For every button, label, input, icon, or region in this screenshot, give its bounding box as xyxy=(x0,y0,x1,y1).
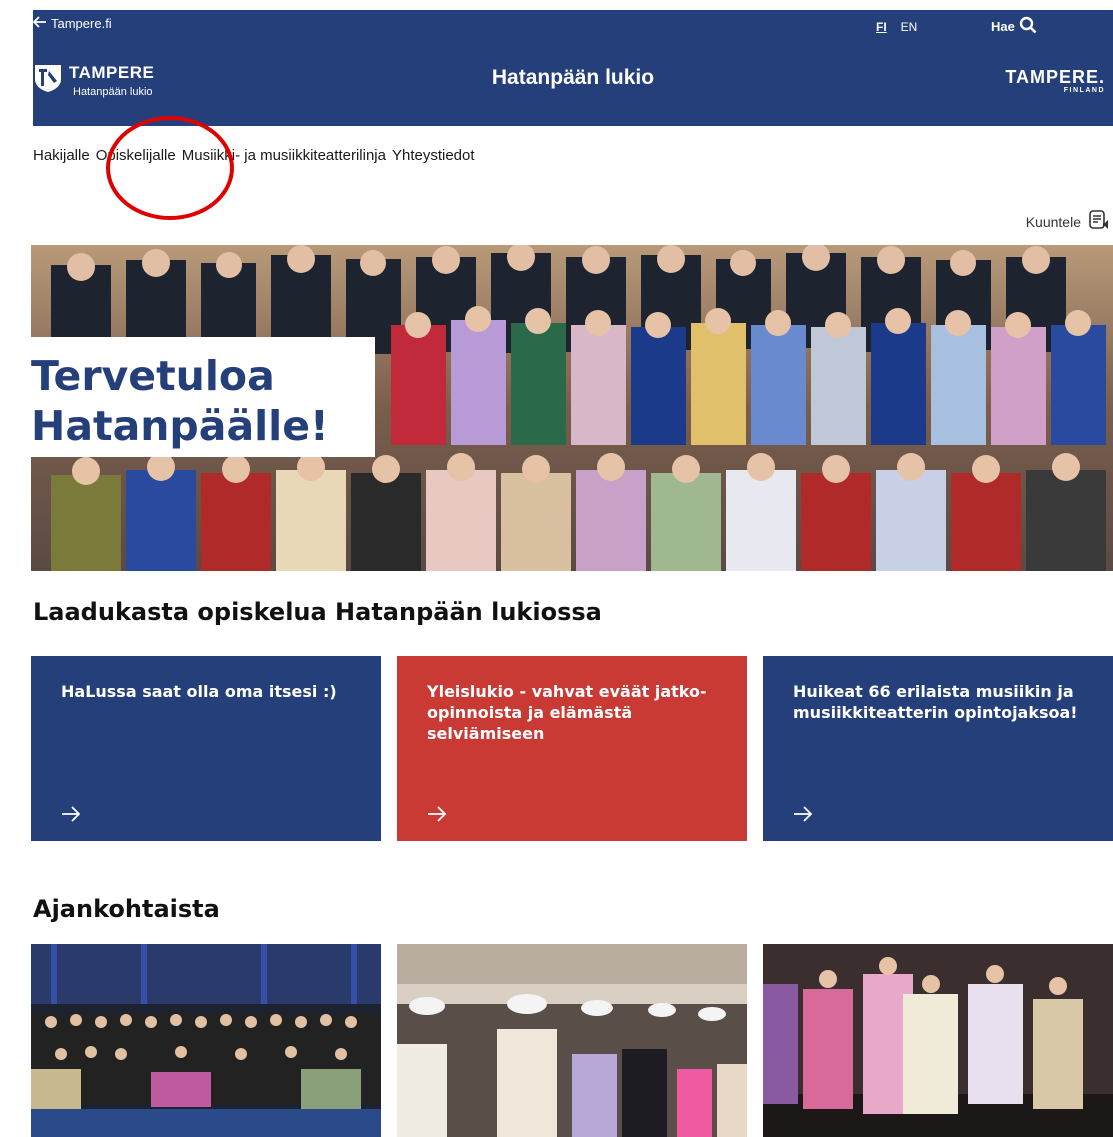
listen-button[interactable]: Kuuntele xyxy=(1026,210,1111,233)
magnifier-icon xyxy=(1019,16,1037,37)
site-title: Hatanpään lukio xyxy=(33,66,1113,90)
site-title-text[interactable]: Hatanpään lukio xyxy=(492,66,654,89)
arrow-left-icon xyxy=(32,16,47,31)
hero-title-box: Tervetuloa Hatanpäälle! xyxy=(31,337,375,458)
back-to-tampere-link[interactable]: Tampere.fi xyxy=(32,16,112,31)
brand-finland-text: FINLAND xyxy=(1063,87,1105,94)
hero-banner: Tervetuloa Hatanpäälle! xyxy=(31,245,1113,571)
tampere-finland-logo[interactable]: TAMPERE. FINLAND xyxy=(1005,68,1105,94)
card-musiikki[interactable]: Huikeat 66 erilaista musiikin ja musiikk… xyxy=(763,656,1113,841)
card-title: HaLussa saat olla oma itsesi :) xyxy=(61,682,337,701)
arrow-right-icon xyxy=(61,802,81,830)
nav-item-hakijalle[interactable]: Hakijalle xyxy=(33,147,90,164)
audio-document-icon xyxy=(1089,210,1111,233)
tampere-logo-link[interactable]: TAMPERE Hatanpään lukio xyxy=(33,63,154,98)
hero-title-line2: Hatanpäälle! xyxy=(31,401,375,452)
language-switcher: FI EN xyxy=(876,20,917,34)
news-image-choir xyxy=(31,944,381,1137)
site-header: Tampere.fi FI EN Hae TAMPERE Hatanpään l… xyxy=(32,10,1113,126)
news-section-heading: Ajankohtaista xyxy=(33,895,220,923)
back-link-label: Tampere.fi xyxy=(51,16,112,31)
news-image-graduates xyxy=(397,944,747,1137)
hero-title-line1: Tervetuloa xyxy=(31,352,275,400)
main-navigation: Hakijalle Opiskelijalle Musiikki- ja mus… xyxy=(33,147,475,164)
news-item-3[interactable] xyxy=(763,944,1113,1137)
arrow-right-icon xyxy=(793,802,813,830)
quality-section-heading: Laadukasta opiskelua Hatanpään lukiossa xyxy=(33,598,602,626)
brand-tampere-text: TAMPERE. xyxy=(1005,67,1105,87)
news-item-1[interactable] xyxy=(31,944,381,1137)
lang-en-link[interactable]: EN xyxy=(901,20,918,34)
card-title: Yleislukio - vahvat eväät jatko-opinnois… xyxy=(427,682,707,743)
card-title: Huikeat 66 erilaista musiikin ja musiikk… xyxy=(793,682,1078,722)
search-button[interactable]: Hae xyxy=(991,16,1037,37)
tampere-crest-icon xyxy=(33,63,63,98)
arrow-right-icon xyxy=(427,802,447,830)
logo-subtitle: Hatanpään lukio xyxy=(73,86,153,98)
news-image-musical xyxy=(763,944,1113,1137)
highlight-circle-annotation xyxy=(106,116,234,220)
card-yleislukio[interactable]: Yleislukio - vahvat eväät jatko-opinnois… xyxy=(397,656,747,841)
listen-label: Kuuntele xyxy=(1025,213,1081,230)
nav-item-yhteystiedot[interactable]: Yhteystiedot xyxy=(392,147,475,164)
logo-name: TAMPERE xyxy=(69,63,155,82)
lang-fi-link[interactable]: FI xyxy=(876,20,887,34)
search-label: Hae xyxy=(991,19,1015,34)
news-item-2[interactable] xyxy=(397,944,747,1137)
card-halu[interactable]: HaLussa saat olla oma itsesi :) xyxy=(31,656,381,841)
